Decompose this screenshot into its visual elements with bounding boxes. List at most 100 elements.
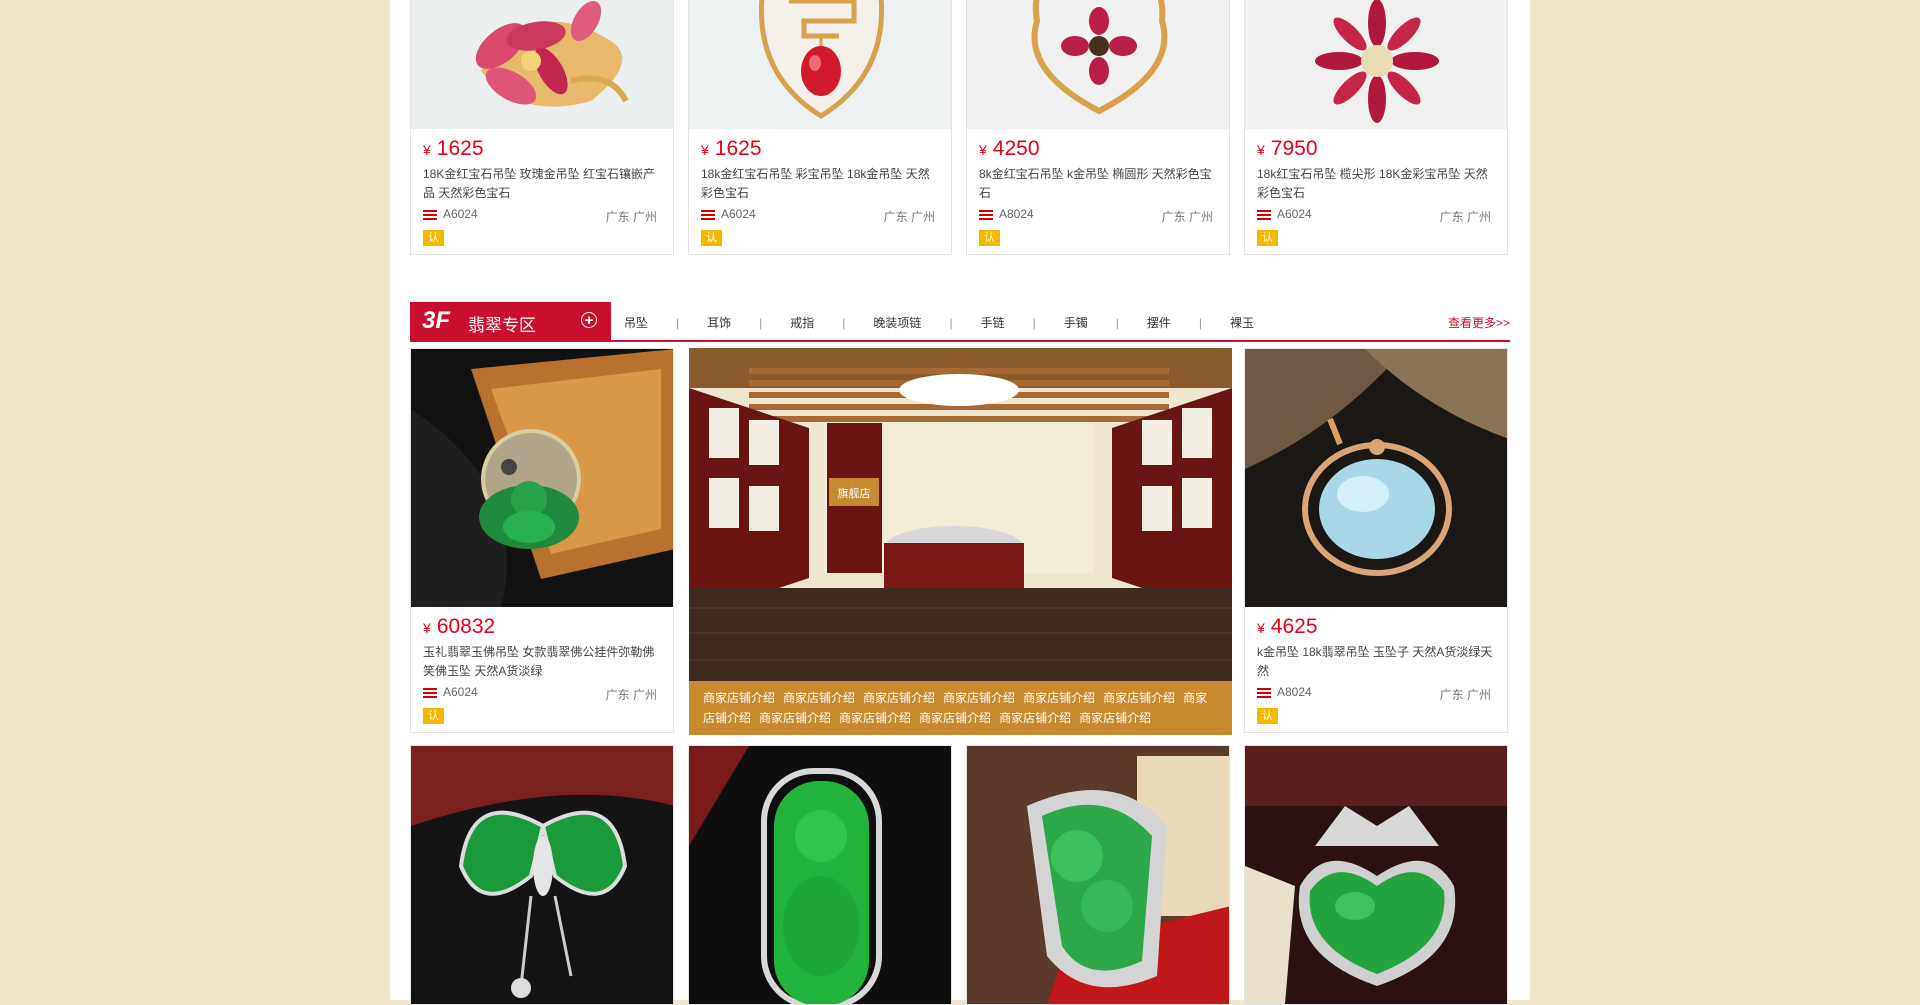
product-code: A6024 <box>443 685 478 699</box>
product-meta: A8024 广东 广州 <box>979 207 1217 224</box>
product-card[interactable]: ¥60832 玉礼翡翠玉佛吊坠 女款翡翠佛公挂件弥勒佛笑佛玉坠 天然A货淡绿 A… <box>410 348 674 733</box>
shop-intro-link[interactable]: 商家店铺介绍 <box>1023 691 1095 705</box>
shop-intro-link[interactable]: 商家店铺介绍 <box>783 691 855 705</box>
product-title[interactable]: 18K金红宝石吊坠 玫瑰金吊坠 红宝石镶嵌产品 天然彩色宝石 <box>423 165 661 203</box>
tab-necklace[interactable]: 晚装项链 <box>873 314 921 331</box>
product-image[interactable] <box>1245 746 1507 1004</box>
product-card[interactable]: ¥1625 18K金红宝石吊坠 玫瑰金吊坠 红宝石镶嵌产品 天然彩色宝石 A60… <box>410 0 674 255</box>
shop-intro-link[interactable]: 商家店铺介绍 <box>703 691 775 705</box>
product-code: A6024 <box>1277 207 1312 221</box>
product-image[interactable] <box>411 746 673 1004</box>
product-card[interactable]: ¥7950 18k红宝石吊坠 榄尖形 18K金彩宝吊坠 天然彩色宝石 A6024… <box>1244 0 1508 255</box>
product-card[interactable] <box>1244 745 1508 1005</box>
product-card[interactable]: ¥1625 18k金红宝石吊坠 彩宝吊坠 18k金吊坠 天然彩色宝石 A6024… <box>688 0 952 255</box>
product-image[interactable] <box>411 0 673 129</box>
product-title[interactable]: k金吊坠 18k翡翠吊坠 玉坠子 天然A货淡绿天然 <box>1257 643 1495 681</box>
certified-badge: 认 <box>423 708 444 724</box>
tab-pendant[interactable]: 吊坠 <box>624 314 648 331</box>
menu-icon <box>1257 210 1271 220</box>
shop-intro-link[interactable]: 商家店铺介绍 <box>759 711 831 725</box>
product-location: 广东 广州 <box>605 210 657 224</box>
shop-intro-link[interactable]: 商家店铺介绍 <box>839 711 911 725</box>
product-card[interactable]: ¥4250 8k金红宝石吊坠 k金吊坠 椭圆形 天然彩色宝石 A8024 广东 … <box>966 0 1230 255</box>
shop-intro-link[interactable]: 商家店铺介绍 <box>943 691 1015 705</box>
floor-header: 3F 翡翠专区 + 吊坠 | 耳饰 | 戒指 | 晚装项链 | 手链 | 手镯 | 摆件 | 裸玉 查看更多… <box>410 302 1510 342</box>
product-title[interactable]: 18k红宝石吊坠 榄尖形 18K金彩宝吊坠 天然彩色宝石 <box>1257 165 1495 203</box>
product-code: A8024 <box>1277 685 1312 699</box>
certified-badge: 认 <box>1257 708 1278 724</box>
product-meta: A8024 广东 广州 <box>1257 685 1495 702</box>
shop-banner[interactable]: 旗舰店 商家店铺介绍 商家店铺介绍 商家店铺介绍 商家店铺介绍 商家店铺介绍 商家店铺介绍… <box>689 348 1232 735</box>
product-code: A6024 <box>721 207 756 221</box>
floor-tag[interactable]: 3F 翡翠专区 + <box>410 302 611 340</box>
product-location: 广东 广州 <box>1161 210 1213 224</box>
tab-bangle[interactable]: 手镯 <box>1064 314 1088 331</box>
divider: | <box>1115 316 1119 330</box>
product-title[interactable]: 8k金红宝石吊坠 k金吊坠 椭圆形 天然彩色宝石 <box>979 165 1217 203</box>
product-image[interactable] <box>1245 349 1507 607</box>
divider: | <box>1032 316 1036 330</box>
floor-name: 翡翠专区 <box>468 316 536 335</box>
product-price: ¥4250 <box>979 137 1040 160</box>
product-meta: A6024 广东 广州 <box>423 207 661 224</box>
shop-intro-caption[interactable]: 商家店铺介绍 商家店铺介绍 商家店铺介绍 商家店铺介绍 商家店铺介绍 商家店铺介绍 商家店铺… <box>689 681 1232 735</box>
tab-ring[interactable]: 戒指 <box>790 314 814 331</box>
shop-intro-link[interactable]: 商家店铺介绍 <box>999 711 1071 725</box>
product-title[interactable]: 玉礼翡翠玉佛吊坠 女款翡翠佛公挂件弥勒佛笑佛玉坠 天然A货淡绿 <box>423 643 661 681</box>
product-card[interactable] <box>410 745 674 1005</box>
shop-intro-link[interactable]: 商家店铺介绍 <box>863 691 935 705</box>
menu-icon <box>423 210 437 220</box>
divider: | <box>1198 316 1202 330</box>
menu-icon <box>1257 688 1271 698</box>
shop-intro-link[interactable]: 商家店铺介绍 <box>1103 691 1175 705</box>
plus-icon[interactable]: + <box>581 312 597 328</box>
product-image[interactable] <box>689 0 951 129</box>
product-price: ¥60832 <box>423 615 496 638</box>
product-code: A8024 <box>999 207 1034 221</box>
product-card[interactable]: ¥4625 k金吊坠 18k翡翠吊坠 玉坠子 天然A货淡绿天然 A8024 广东… <box>1244 348 1508 733</box>
shop-interior-image: 旗舰店 <box>689 348 1232 681</box>
product-image[interactable] <box>411 349 673 607</box>
product-meta: A6024 广东 广州 <box>1257 207 1495 224</box>
page-container: ¥1625 18K金红宝石吊坠 玫瑰金吊坠 红宝石镶嵌产品 天然彩色宝石 A60… <box>390 0 1530 1005</box>
product-price: ¥1625 <box>423 137 484 160</box>
tab-bracelet-chain[interactable]: 手链 <box>981 314 1005 331</box>
certified-badge: 认 <box>979 230 1000 246</box>
divider: | <box>842 316 846 330</box>
product-location: 广东 广州 <box>605 688 657 702</box>
certified-badge: 认 <box>1257 230 1278 246</box>
divider: | <box>676 316 680 330</box>
menu-icon <box>423 688 437 698</box>
product-location: 广东 广州 <box>1439 688 1491 702</box>
product-meta: A6024 广东 广州 <box>701 207 939 224</box>
certified-badge: 认 <box>701 230 722 246</box>
divider: | <box>949 316 953 330</box>
product-card[interactable] <box>688 745 952 1005</box>
product-card[interactable] <box>966 745 1230 1005</box>
product-image[interactable] <box>689 746 951 1004</box>
product-location: 广东 广州 <box>1439 210 1491 224</box>
floor-number: 3F <box>422 307 451 334</box>
product-code: A6024 <box>443 207 478 221</box>
menu-icon <box>701 210 715 220</box>
product-meta: A6024 广东 广州 <box>423 685 661 702</box>
product-image[interactable] <box>967 0 1229 129</box>
tab-earrings[interactable]: 耳饰 <box>707 314 731 331</box>
menu-icon <box>979 210 993 220</box>
product-image[interactable] <box>967 746 1229 1004</box>
floor-tabs: 吊坠 | 耳饰 | 戒指 | 晚装项链 | 手链 | 手镯 | 摆件 | 裸玉 <box>624 314 1254 331</box>
product-title[interactable]: 18k金红宝石吊坠 彩宝吊坠 18k金吊坠 天然彩色宝石 <box>701 165 939 203</box>
divider: | <box>759 316 763 330</box>
product-price: ¥7950 <box>1257 137 1318 160</box>
tab-loose-jade[interactable]: 裸玉 <box>1230 314 1254 331</box>
shop-intro-link[interactable]: 商家店铺介绍 <box>1079 711 1151 725</box>
certified-badge: 认 <box>423 230 444 246</box>
product-image[interactable] <box>1245 0 1507 129</box>
shop-sign-text: 旗舰店 <box>838 486 871 500</box>
view-more-link[interactable]: 查看更多>> <box>1448 314 1510 331</box>
shop-intro-link[interactable]: 商家店铺介绍 <box>919 711 991 725</box>
product-price: ¥1625 <box>701 137 762 160</box>
product-location: 广东 广州 <box>883 210 935 224</box>
product-price: ¥4625 <box>1257 615 1318 638</box>
tab-ornament[interactable]: 摆件 <box>1147 314 1171 331</box>
